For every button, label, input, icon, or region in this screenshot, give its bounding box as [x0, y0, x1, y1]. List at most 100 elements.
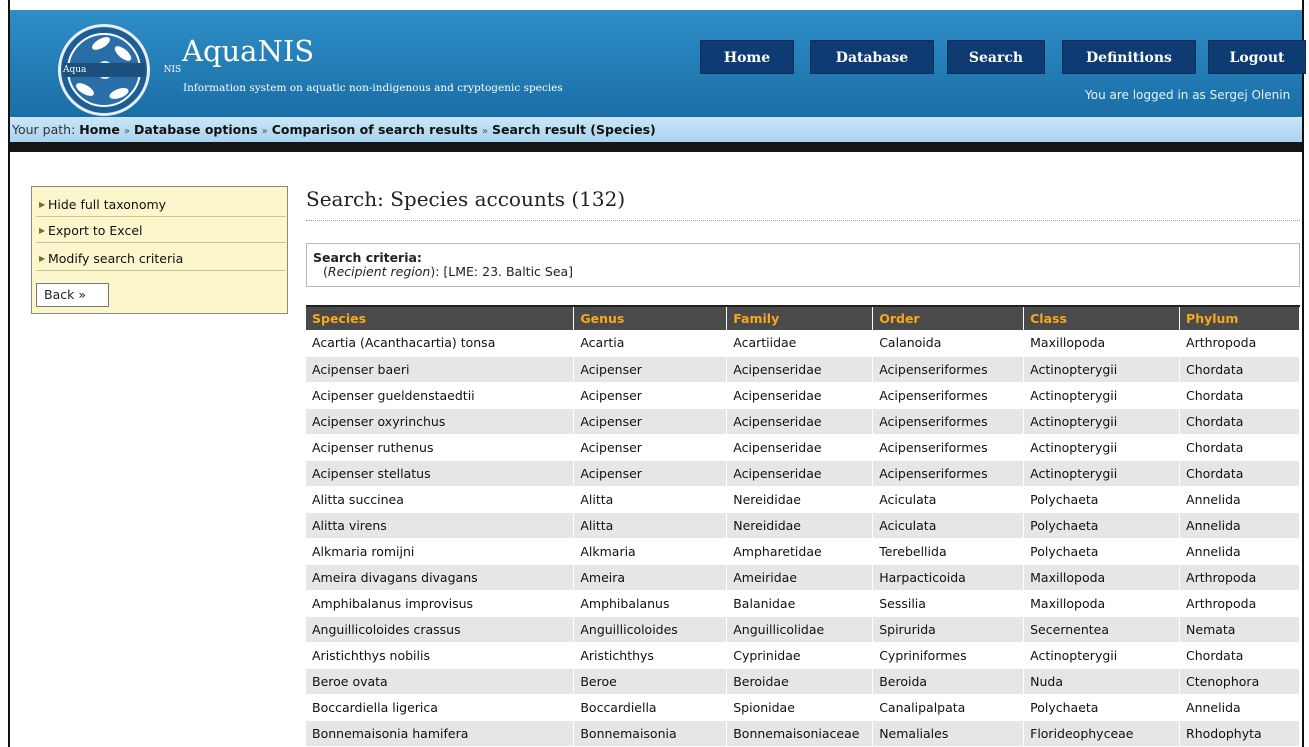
breadcrumb-separator: »	[123, 126, 130, 137]
table-row[interactable]: Alitta virens Alitta Nereididae Aciculata Po…	[306, 512, 1300, 539]
order-cell: Acipenseriformes	[872, 408, 1025, 435]
species-cell[interactable]: Amphibalanus improvisus	[306, 590, 575, 617]
arrow-right-icon: ▶	[39, 200, 46, 209]
phylum-cell: Chordata	[1179, 460, 1300, 487]
genus-cell: Ameira	[573, 564, 728, 591]
sidebar-item-label: Hide full taxonomy	[48, 197, 167, 212]
breadcrumb-separator: »	[481, 126, 488, 137]
column-header-class[interactable]: Class	[1023, 305, 1181, 330]
class-cell: Secernentea	[1023, 616, 1181, 643]
table-row[interactable]: Beroe ovata Beroe Beroidae Beroida Nuda Cteno…	[306, 668, 1300, 695]
column-header-order[interactable]: Order	[872, 305, 1025, 330]
table-row[interactable]: Bonnemaisonia hamifera Bonnemaisonia Bonne…	[306, 720, 1300, 747]
table-row[interactable]: Alitta succinea Alitta Nereididae Aciculata…	[306, 486, 1300, 513]
species-cell[interactable]: Acipenser baeri	[306, 356, 575, 383]
nav-database-button[interactable]: Database	[810, 40, 934, 74]
species-cell[interactable]: Acipenser stellatus	[306, 460, 575, 487]
genus-cell: Amphibalanus	[573, 590, 728, 617]
table-row[interactable]: Anguillicoloides crassus Anguillicoloides…	[306, 616, 1300, 643]
table-row[interactable]: Ameira divagans divagans Ameira Ameiridae H…	[306, 564, 1300, 591]
order-cell: Canalipalpata	[872, 694, 1025, 721]
species-cell[interactable]: Acipenser oxyrinchus	[306, 408, 575, 435]
breadcrumb-comparison-link[interactable]: Comparison of search results	[272, 122, 478, 137]
site-title[interactable]: AquaNIS	[182, 34, 314, 68]
sidebar-item-modify-criteria[interactable]: ▶ Modify search criteria	[36, 247, 286, 271]
breadcrumb-label: Your path:	[12, 122, 76, 137]
table-row[interactable]: Acipenser baeri Acipenser Acipenseridae Aci…	[306, 356, 1300, 383]
genus-cell: Anguillicoloides	[573, 616, 728, 643]
table-row[interactable]: Amphibalanus improvisus Amphibalanus Balan…	[306, 590, 1300, 617]
header-divider	[10, 142, 1302, 152]
order-cell: Acipenseriformes	[872, 434, 1025, 461]
nav-search-button[interactable]: Search	[947, 40, 1045, 74]
table-row[interactable]: Acipenser oxyrinchus Acipenser Acipenserid…	[306, 408, 1300, 435]
table-row[interactable]: Acipenser ruthenus Acipenser Acipenseridae…	[306, 434, 1300, 461]
species-cell[interactable]: Acipenser gueldenstaedtii	[306, 382, 575, 409]
family-cell: Ampharetidae	[726, 538, 874, 565]
sidebar-item-export-excel[interactable]: ▶ Export to Excel	[36, 219, 286, 243]
window-border-right	[1302, 0, 1304, 747]
phylum-cell: Chordata	[1179, 382, 1300, 409]
genus-cell: Boccardiella	[573, 694, 728, 721]
phylum-cell: Chordata	[1179, 434, 1300, 461]
family-cell: Acipenseridae	[726, 460, 874, 487]
phylum-cell: Arthropoda	[1179, 564, 1300, 591]
genus-cell: Alkmaria	[573, 538, 728, 565]
genus-cell: Acipenser	[573, 356, 728, 383]
species-cell[interactable]: Aristichthys nobilis	[306, 642, 575, 669]
nav-logout-button[interactable]: Logout	[1208, 40, 1306, 74]
order-cell: Nemaliales	[872, 720, 1025, 747]
species-cell[interactable]: Anguillicoloides crassus	[306, 616, 575, 643]
class-cell: Maxillopoda	[1023, 590, 1181, 617]
column-header-genus[interactable]: Genus	[573, 305, 728, 330]
column-header-family[interactable]: Family	[726, 305, 874, 330]
order-cell: Acipenseriformes	[872, 460, 1025, 487]
order-cell: Spirurida	[872, 616, 1025, 643]
search-criteria-box: Search criteria: (Recipient region): [LM…	[306, 243, 1300, 287]
phylum-cell: Chordata	[1179, 408, 1300, 435]
species-cell[interactable]: Acipenser ruthenus	[306, 434, 575, 461]
sidebar-item-hide-taxonomy[interactable]: ▶ Hide full taxonomy	[36, 193, 286, 217]
species-cell[interactable]: Acartia (Acanthacartia) tonsa	[306, 330, 575, 357]
breadcrumb-separator: »	[261, 126, 268, 137]
breadcrumb-home-link[interactable]: Home	[79, 122, 120, 137]
table-row[interactable]: Aristichthys nobilis Aristichthys Cyprinid…	[306, 642, 1300, 669]
class-cell: Actinopterygii	[1023, 460, 1181, 487]
aquanis-logo[interactable]: Aqua NIS	[58, 24, 181, 116]
sidebar-options: ▶ Hide full taxonomy ▶ Export to Excel ▶…	[31, 186, 288, 314]
breadcrumb-database-options-link[interactable]: Database options	[134, 122, 258, 137]
table-row[interactable]: Acartia (Acanthacartia) tonsa Acartia Acar…	[306, 330, 1300, 357]
family-cell: Ameiridae	[726, 564, 874, 591]
table-body: Acartia (Acanthacartia) tonsa Acartia Acar…	[306, 330, 1300, 747]
species-cell[interactable]: Beroe ovata	[306, 668, 575, 695]
nav-definitions-button[interactable]: Definitions	[1062, 40, 1196, 74]
species-cell[interactable]: Alkmaria romijni	[306, 538, 575, 565]
nav-home-button[interactable]: Home	[700, 40, 794, 74]
species-cell[interactable]: Alitta succinea	[306, 486, 575, 513]
family-cell: Cyprinidae	[726, 642, 874, 669]
order-cell: Aciculata	[872, 512, 1025, 539]
table-row[interactable]: Acipenser stellatus Acipenser Acipenserida…	[306, 460, 1300, 487]
family-cell: Anguillicolidae	[726, 616, 874, 643]
column-header-species[interactable]: Species	[306, 305, 575, 330]
search-criteria-label: Search criteria:	[313, 250, 422, 265]
table-row[interactable]: Alkmaria romijni Alkmaria Ampharetidae Tere…	[306, 538, 1300, 565]
order-cell: Sessilia	[872, 590, 1025, 617]
class-cell: Maxillopoda	[1023, 564, 1181, 591]
species-cell[interactable]: Boccardiella ligerica	[306, 694, 575, 721]
family-cell: Bonnemaisoniaceae	[726, 720, 874, 747]
genus-cell: Bonnemaisonia	[573, 720, 728, 747]
genus-cell: Alitta	[573, 486, 728, 513]
search-criteria-value: (Recipient region): [LME: 23. Baltic Sea…	[323, 264, 574, 279]
species-cell[interactable]: Alitta virens	[306, 512, 575, 539]
table-row[interactable]: Boccardiella ligerica Boccardiella Spionid…	[306, 694, 1300, 721]
column-header-phylum[interactable]: Phylum	[1179, 305, 1300, 330]
class-cell: Actinopterygii	[1023, 356, 1181, 383]
species-cell[interactable]: Bonnemaisonia hamifera	[306, 720, 575, 747]
table-row[interactable]: Acipenser gueldenstaedtii Acipenser Acipen…	[306, 382, 1300, 409]
species-cell[interactable]: Ameira divagans divagans	[306, 564, 575, 591]
phylum-cell: Annelida	[1179, 512, 1300, 539]
phylum-cell: Annelida	[1179, 538, 1300, 565]
back-button[interactable]: Back »	[36, 283, 109, 307]
title-divider	[306, 220, 1300, 221]
